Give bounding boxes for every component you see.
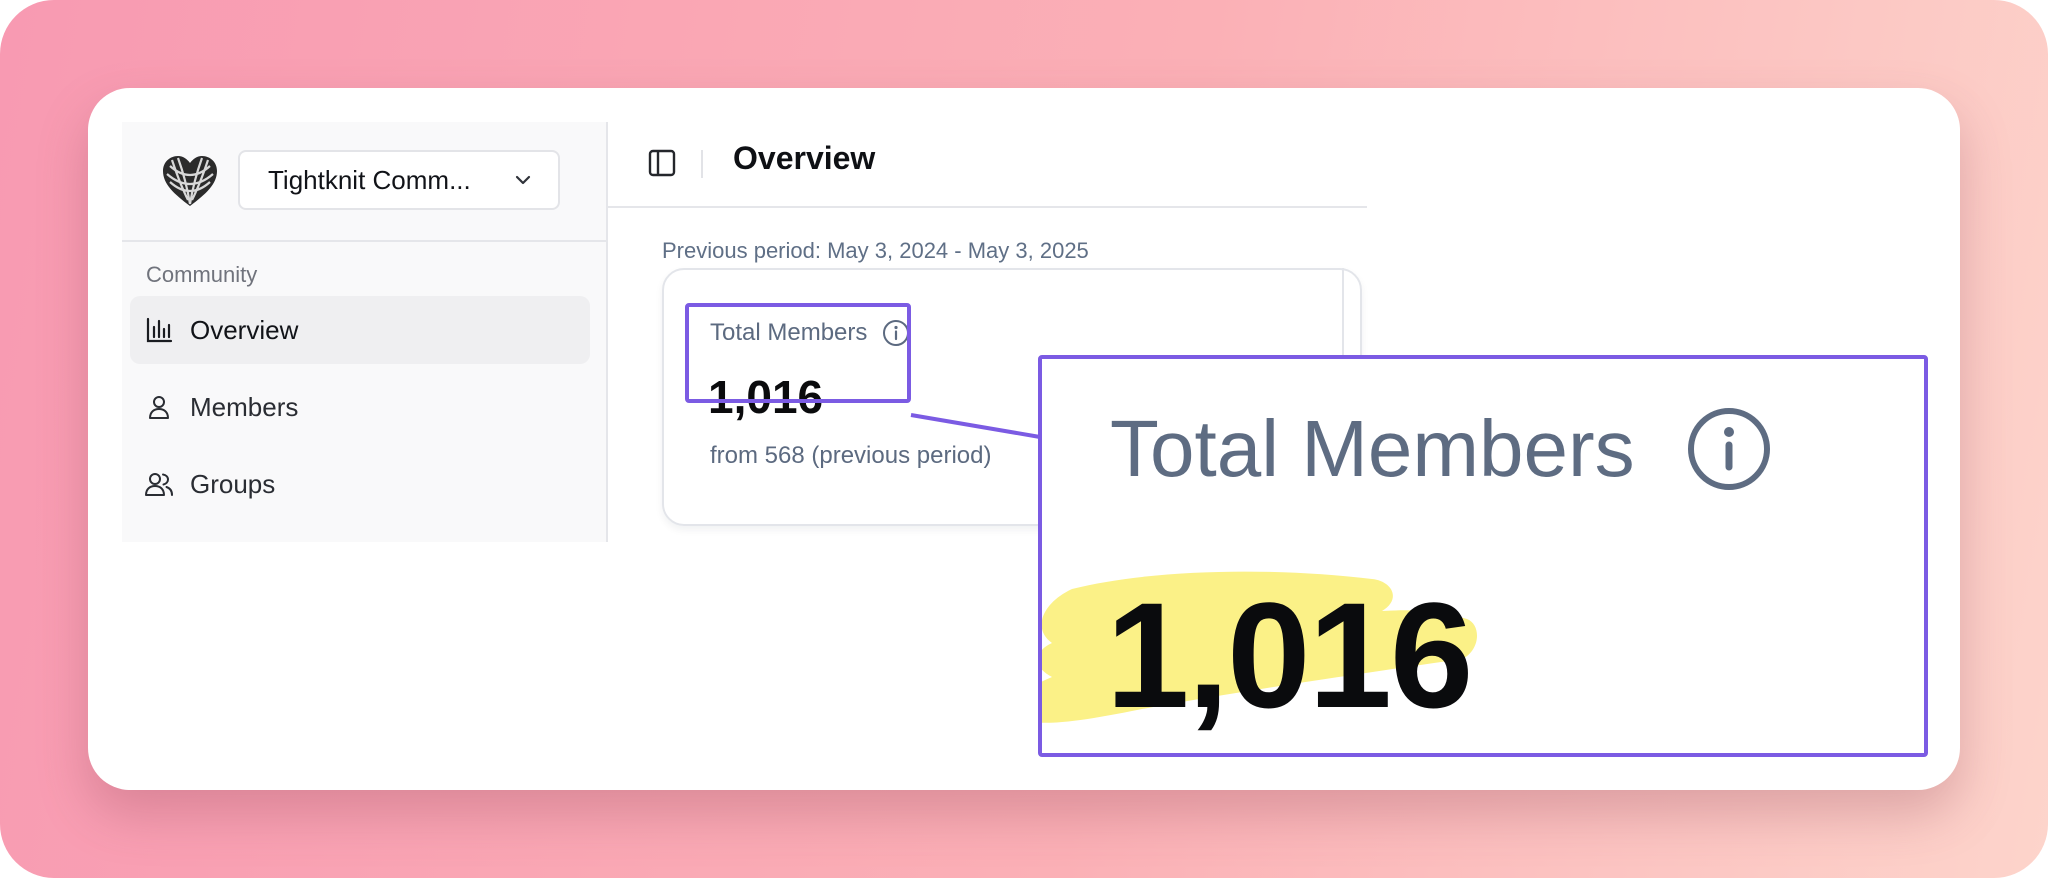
comparison-text: from 568 (previous period) [710,442,992,469]
sidebar-item-label: Members [190,391,299,422]
previous-period-text: Previous period: May 3, 2024 - May 3, 20… [662,238,1089,263]
card-divider [1342,268,1344,358]
user-icon [144,392,174,422]
header-divider [701,150,703,178]
zoom-callout: Total Members 1,016 [1038,355,1928,757]
page-title: Overview [733,140,876,176]
community-name: Tightknit Comm... [268,164,471,195]
zoom-value: 1,016 [1106,571,1473,739]
sidebar-toggle-icon[interactable] [645,146,679,180]
users-icon [144,469,174,499]
sidebar: Tightknit Comm... Community Overview Mem… [122,122,608,542]
bar-chart-icon [144,315,174,345]
sidebar-header: Tightknit Comm... [122,122,606,242]
zoom-label-text: Total Members [1110,404,1635,493]
sidebar-item-label: Overview [190,314,299,345]
highlight-outline [685,303,911,403]
info-icon [1685,405,1773,493]
main-header: Overview [607,122,1367,208]
sidebar-item-label: Groups [190,468,276,499]
sidebar-item-members[interactable]: Members [130,373,590,441]
heart-logo-icon[interactable] [160,154,220,210]
chevron-down-icon [512,169,534,191]
zoom-label: Total Members [1110,403,1773,495]
app-window: Tightknit Comm... Community Overview Mem… [88,88,1960,790]
section-label-community: Community [146,262,258,287]
sidebar-item-overview[interactable]: Overview [130,296,590,364]
sidebar-item-groups[interactable]: Groups [130,450,590,518]
community-selector[interactable]: Tightknit Comm... [238,150,560,210]
